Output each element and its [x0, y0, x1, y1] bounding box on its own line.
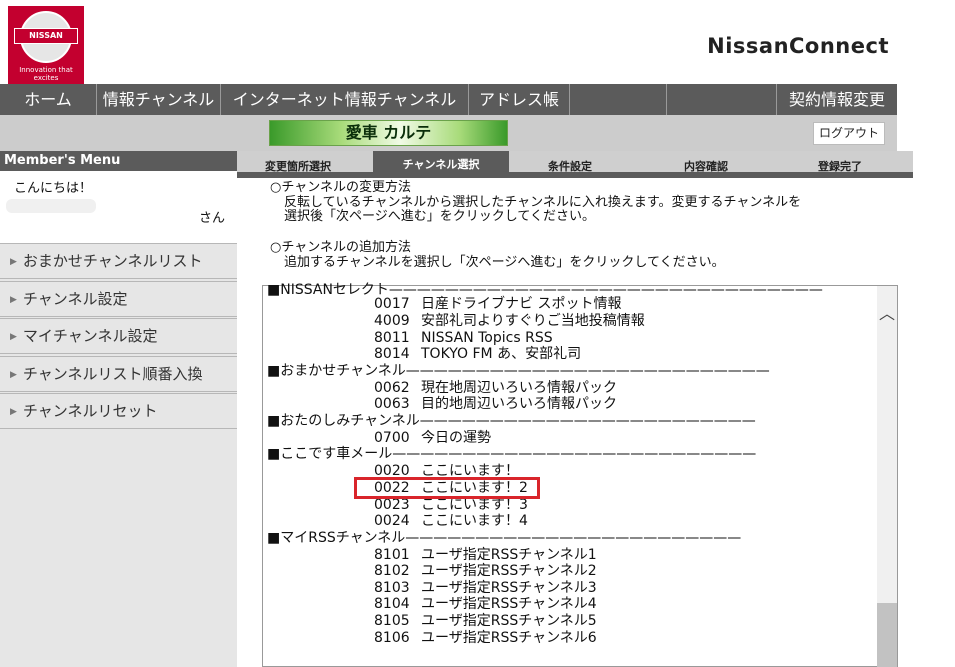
sidebar-item-reset[interactable]: ▶ チャンネルリセット [0, 393, 237, 429]
logout-button[interactable]: ログアウト [813, 122, 885, 145]
channel-code[interactable]: 4009 [374, 313, 410, 329]
channel-name[interactable]: 日産ドライブナビ スポット情報 [421, 296, 621, 312]
channel-code[interactable]: 8106 [374, 630, 410, 646]
add-method-line1: 追加するチャンネルを選択し「次ページへ進む」をクリックしてください。 [284, 255, 725, 270]
nav-contract-change[interactable]: 契約情報変更 [777, 84, 897, 115]
channel-code[interactable]: 8105 [374, 613, 410, 629]
step-select-channel: チャンネル選択 [373, 151, 509, 178]
channel-code[interactable]: 8102 [374, 563, 410, 579]
sidebar-item-my-channel[interactable]: ▶ マイチャンネル設定 [0, 318, 237, 354]
nav-home[interactable]: ホーム [0, 84, 97, 115]
top-nav: ホーム 情報チャンネル インターネット情報チャンネル アドレス帳 契約情報変更 [0, 84, 897, 115]
sidebar-item-label: チャンネルリスト順番入換 [22, 365, 203, 383]
greeting-box: こんにちは！ さん [0, 171, 237, 243]
sidebar-item-label: チャンネル設定 [22, 290, 128, 308]
triangle-icon: ▶ [10, 295, 17, 305]
channel-name[interactable]: NISSAN Topics RSS [421, 330, 553, 346]
channel-name[interactable]: ここにいます！3 [421, 497, 528, 513]
chevron-up-icon[interactable]: ︿ [877, 300, 897, 324]
channel-name[interactable]: ユーザ指定RSSチャンネル2 [421, 563, 597, 579]
sidebar-item-omakase-list[interactable]: ▶ おまかせチャンネルリスト [0, 243, 237, 279]
channel-code[interactable]: 0062 [374, 380, 410, 396]
nav-address-book[interactable]: アドレス帳 [469, 84, 570, 115]
channel-name[interactable]: ここにいます！4 [421, 513, 528, 529]
sidebar-item-label: おまかせチャンネルリスト [22, 252, 203, 270]
nav-info-channel[interactable]: 情報チャンネル [97, 84, 221, 115]
channel-code[interactable]: 8101 [374, 547, 410, 563]
triangle-icon: ▶ [10, 332, 17, 342]
step-conditions: 条件設定 [548, 160, 592, 173]
channel-code[interactable]: 0024 [374, 513, 410, 529]
nissan-logo[interactable]: NISSAN Innovation that excites [8, 6, 84, 84]
nav-empty-2 [667, 84, 777, 115]
member-menu-title: Member's Menu [0, 151, 237, 171]
change-method-line1: 反転しているチャンネルから選択したチャンネルに入れ換えます。変更するチャンネルを [284, 195, 802, 210]
channel-code[interactable]: 0700 [374, 430, 410, 446]
username-redacted [6, 199, 96, 213]
channel-code[interactable]: 0017 [374, 296, 410, 312]
scrollbar-thumb[interactable] [877, 603, 897, 667]
step-indicator: 変更箇所選択 チャンネル選択 条件設定 内容確認 登録完了 [237, 151, 913, 178]
triangle-icon: ▶ [10, 257, 17, 267]
add-method-title: ○チャンネルの追加方法 [270, 240, 411, 255]
channel-name[interactable]: ユーザ指定RSSチャンネル3 [421, 580, 597, 596]
honorific: さん [198, 211, 225, 226]
channel-name[interactable]: ユーザ指定RSSチャンネル4 [421, 596, 597, 612]
nav-empty-1 [570, 84, 667, 115]
channel-code[interactable]: 8103 [374, 580, 410, 596]
change-method-title: ○チャンネルの変更方法 [270, 180, 411, 195]
brand-title: NissanConnect [707, 34, 889, 58]
car-karte-banner[interactable]: 愛車 カルテ [269, 120, 508, 146]
channel-name[interactable]: TOKYO FM あ、安部礼司 [421, 346, 581, 362]
logo-text: NISSAN [14, 28, 78, 44]
channel-name[interactable]: 安部礼司よりすぐりご当地投稿情報 [421, 313, 645, 329]
category-kokodesu-mail: ■ここです車メール—————————————————————————— [267, 446, 757, 462]
step-complete: 登録完了 [818, 160, 862, 173]
channel-name[interactable]: ユーザ指定RSSチャンネル1 [421, 547, 597, 563]
sidebar-item-reorder[interactable]: ▶ チャンネルリスト順番入換 [0, 356, 237, 392]
sidebar-item-channel-settings[interactable]: ▶ チャンネル設定 [0, 281, 237, 317]
logo-tagline: Innovation that excites [19, 66, 73, 82]
change-method-line2: 選択後「次ページへ進む」をクリックしてください。 [284, 209, 595, 224]
channel-code[interactable]: 8014 [374, 346, 410, 362]
channel-name[interactable]: 現在地周辺いろいろ情報パック [421, 380, 617, 396]
sidebar-item-label: チャンネルリセット [22, 402, 158, 420]
channel-code[interactable]: 0063 [374, 396, 410, 412]
channel-name[interactable]: 今日の運勢 [421, 430, 491, 446]
nav-internet-channel[interactable]: インターネット情報チャンネル [221, 84, 469, 115]
channel-name[interactable]: ユーザ指定RSSチャンネル6 [421, 630, 597, 646]
channel-code[interactable]: 8011 [374, 330, 410, 346]
channel-name[interactable]: 目的地周辺いろいろ情報パック [421, 396, 617, 412]
sidebar-item-label: マイチャンネル設定 [22, 327, 158, 345]
step-select-location: 変更箇所選択 [265, 160, 331, 173]
category-omakase: ■おまかせチャンネル—————————————————————————— [267, 363, 770, 379]
category-my-rss: ■マイRSSチャンネル———————————————————————— [267, 530, 742, 546]
selection-highlight-box [354, 477, 540, 499]
triangle-icon: ▶ [10, 370, 17, 380]
triangle-icon: ▶ [10, 407, 17, 417]
channel-code[interactable]: 8104 [374, 596, 410, 612]
channel-name[interactable]: ユーザ指定RSSチャンネル5 [421, 613, 597, 629]
category-otanoshimi: ■おたのしみチャンネル———————————————————————— [267, 413, 756, 429]
greeting-text: こんにちは！ [14, 181, 93, 196]
channel-code[interactable]: 0023 [374, 497, 410, 513]
step-confirm: 内容確認 [684, 160, 728, 173]
